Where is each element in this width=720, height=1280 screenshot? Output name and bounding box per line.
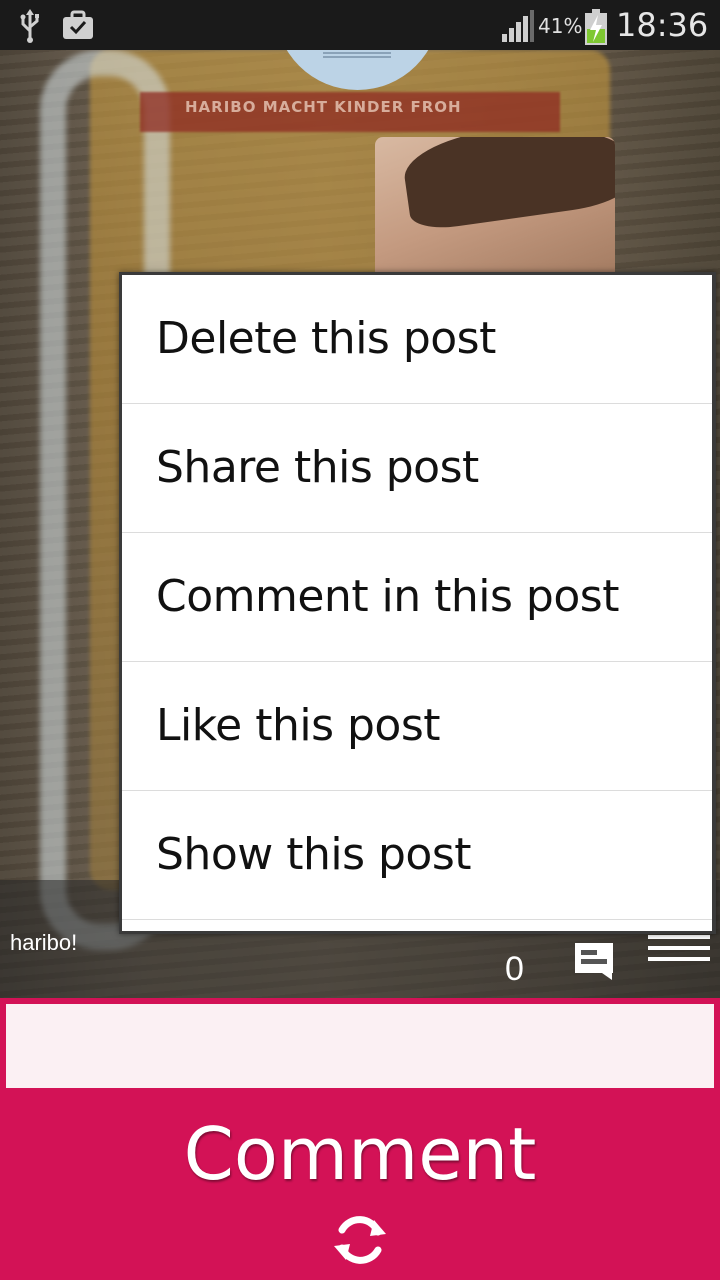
- clock: 18:36: [616, 6, 709, 44]
- usb-icon: [20, 9, 39, 43]
- drag-handle-lines-icon: [323, 52, 391, 58]
- packet-text: HARIBO MACHT KINDER FROH: [185, 98, 462, 116]
- battery-percent: 41%: [538, 14, 583, 38]
- comment-input-container: [0, 998, 720, 1090]
- menu-item-label: Show this post: [156, 829, 472, 880]
- briefcase-check-icon: [63, 10, 93, 39]
- post-options-menu: Delete this post Share this post Comment…: [119, 272, 716, 934]
- menu-item-label: Comment in this post: [156, 571, 619, 622]
- menu-item-share-post[interactable]: Share this post: [122, 404, 712, 533]
- comment-count: 0: [505, 950, 524, 988]
- menu-icon[interactable]: [648, 932, 710, 964]
- menu-item-comment-post[interactable]: Comment in this post: [122, 533, 712, 662]
- refresh-icon[interactable]: [330, 1210, 390, 1270]
- menu-item-label: Delete this post: [156, 313, 496, 364]
- menu-item-delete-post[interactable]: Delete this post: [122, 275, 712, 404]
- avatar[interactable]: [375, 137, 615, 282]
- menu-item-label: Share this post: [156, 442, 479, 493]
- status-bar: 41% 18:36: [0, 0, 720, 50]
- menu-item-show-post[interactable]: Show this post: [122, 791, 712, 920]
- menu-item-like-post[interactable]: Like this post: [122, 662, 712, 791]
- comment-input[interactable]: [6, 1004, 714, 1088]
- post-caption: haribo!: [10, 930, 78, 955]
- comment-button[interactable]: Comment: [0, 1090, 720, 1280]
- menu-item-label: Like this post: [156, 700, 441, 751]
- avatar-hair: [399, 137, 615, 233]
- battery-charging-icon: [585, 9, 607, 45]
- signal-icon: [502, 10, 534, 42]
- comment-button-label: Comment: [183, 1112, 537, 1196]
- comment-icon[interactable]: [574, 942, 614, 980]
